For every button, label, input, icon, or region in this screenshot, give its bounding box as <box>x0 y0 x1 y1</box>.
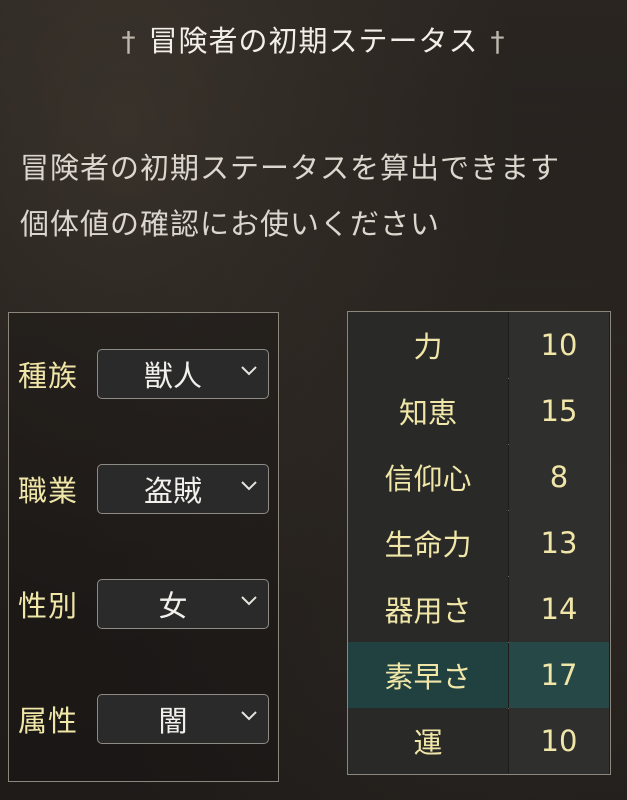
alignment-label: 属性 <box>18 704 79 738</box>
stat-name: 器用さ <box>348 576 508 642</box>
alignment-select-value: 闇 <box>158 704 188 738</box>
alignment-select[interactable]: 闇 <box>97 694 269 744</box>
stat-value: 17 <box>509 642 609 708</box>
stat-row-faith: 信仰心 8 <box>348 444 609 511</box>
intro-line-1: 冒険者の初期ステータスを算出できます <box>20 151 561 185</box>
selector-panel: 種族 獣人 職業 盗賊 性別 女 属性 闇 <box>8 312 279 782</box>
gender-select[interactable]: 女 <box>97 579 269 629</box>
stat-value: 15 <box>509 378 609 444</box>
chevron-down-icon <box>241 481 257 491</box>
stat-row-agility: 素早さ 17 <box>348 642 609 709</box>
stat-value: 10 <box>509 312 609 378</box>
gender-select-value: 女 <box>158 589 188 623</box>
race-label: 種族 <box>18 359 79 393</box>
page-title-text: 冒険者の初期ステータス <box>148 24 479 58</box>
intro-line-2: 個体値の確認にお使いください <box>20 207 441 241</box>
cross-right-icon: † <box>490 25 506 58</box>
stat-row-dexterity: 器用さ 14 <box>348 576 609 643</box>
stat-value: 8 <box>509 444 609 510</box>
intro-text: 冒険者の初期ステータスを算出できます 個体値の確認にお使いください <box>20 140 620 252</box>
stat-name: 信仰心 <box>348 444 508 510</box>
stat-value: 14 <box>509 576 609 642</box>
job-select-value: 盗賊 <box>143 474 202 508</box>
stat-name: 知恵 <box>348 378 508 444</box>
race-select-value: 獣人 <box>143 359 202 393</box>
stat-row-luck: 運 10 <box>348 708 609 774</box>
stat-row-strength: 力 10 <box>348 312 609 379</box>
stat-name: 力 <box>348 312 508 378</box>
stat-name: 生命力 <box>348 510 508 576</box>
stat-row-vitality: 生命力 13 <box>348 510 609 577</box>
chevron-down-icon <box>241 711 257 721</box>
job-label: 職業 <box>18 474 79 508</box>
gender-label: 性別 <box>18 589 79 623</box>
stat-name: 運 <box>348 708 508 774</box>
race-select[interactable]: 獣人 <box>97 349 269 399</box>
chevron-down-icon <box>241 366 257 376</box>
stat-value: 10 <box>509 708 609 774</box>
page-title: † 冒険者の初期ステータス † <box>0 18 627 60</box>
chevron-down-icon <box>241 596 257 606</box>
stat-value: 13 <box>509 510 609 576</box>
stat-name: 素早さ <box>348 642 508 708</box>
job-select[interactable]: 盗賊 <box>97 464 269 514</box>
cross-left-icon: † <box>121 25 137 58</box>
stats-table: 力 10 知恵 15 信仰心 8 生命力 13 器用さ 14 素早さ 17 運 … <box>347 311 611 775</box>
stat-row-intelligence: 知恵 15 <box>348 378 609 445</box>
